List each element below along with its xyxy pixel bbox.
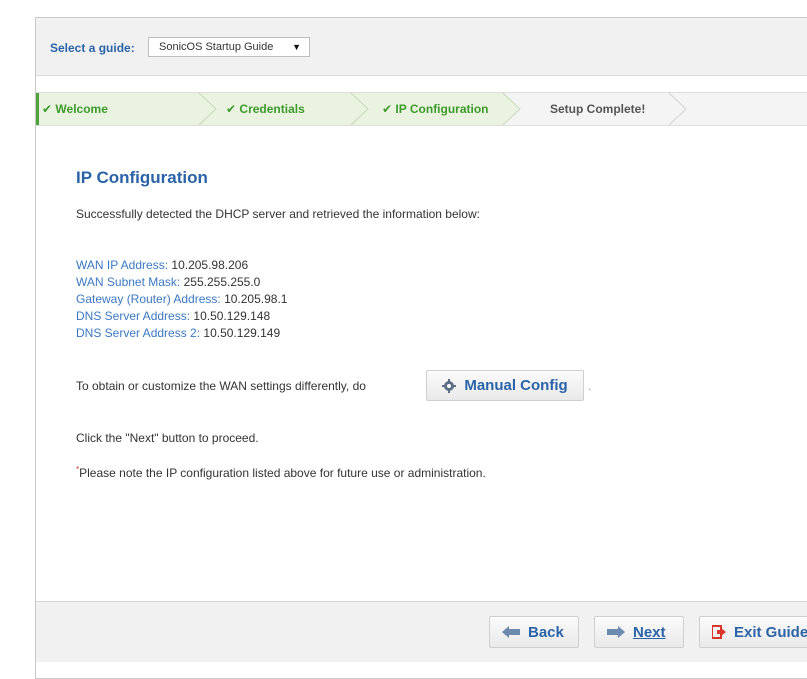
triangle-down-icon: ▼ bbox=[292, 42, 301, 52]
note-body: Please note the IP configuration listed … bbox=[79, 466, 486, 480]
note-text: *Please note the IP configuration listed… bbox=[76, 465, 486, 480]
field-dns-2: DNS Server Address 2: 10.50.129.149 bbox=[76, 326, 280, 340]
check-icon: ✔ bbox=[226, 102, 237, 116]
steps-left-accent bbox=[36, 93, 39, 125]
field-key: DNS Server Address 2: bbox=[76, 326, 201, 340]
guide-select-value: SonicOS Startup Guide bbox=[159, 41, 274, 53]
field-wan-subnet: WAN Subnet Mask: 255.255.255.0 bbox=[76, 275, 260, 289]
guide-label: Select a guide: bbox=[50, 41, 135, 55]
guide-select[interactable]: SonicOS Startup Guide ▼ bbox=[148, 37, 310, 57]
step-label: Welcome bbox=[55, 102, 108, 116]
step-label: IP Configuration bbox=[395, 102, 489, 116]
step-label: Credentials bbox=[239, 102, 305, 116]
field-key: DNS Server Address: bbox=[76, 309, 191, 323]
check-icon: ✔ bbox=[42, 102, 53, 116]
back-button[interactable]: Back bbox=[489, 616, 579, 648]
manual-config-label: Manual Config bbox=[464, 377, 568, 394]
next-button[interactable]: Next bbox=[594, 616, 684, 648]
back-label: Back bbox=[528, 623, 564, 641]
field-key: Gateway (Router) Address: bbox=[76, 292, 221, 306]
next-label: Next bbox=[633, 623, 666, 641]
arrow-right-icon bbox=[607, 626, 625, 638]
field-value: 255.255.255.0 bbox=[183, 275, 261, 289]
exit-guide-button[interactable]: Exit Guide bbox=[699, 616, 807, 648]
step-setup-complete: Setup Complete! bbox=[550, 93, 645, 125]
field-key: WAN IP Address: bbox=[76, 258, 169, 272]
field-value: 10.205.98.206 bbox=[171, 258, 249, 272]
exit-icon bbox=[712, 625, 726, 639]
check-icon: ✔ bbox=[382, 102, 393, 116]
chevron-4 bbox=[668, 93, 687, 125]
customize-text: To obtain or customize the WAN settings … bbox=[76, 379, 366, 393]
page-title: IP Configuration bbox=[76, 168, 208, 187]
step-credentials: ✔ Credentials bbox=[226, 93, 305, 125]
field-dns-1: DNS Server Address: 10.50.129.148 bbox=[76, 309, 270, 323]
wizard-panel: Select a guide: SonicOS Startup Guide ▼ … bbox=[35, 17, 807, 679]
field-value: 10.50.129.149 bbox=[203, 326, 281, 340]
wizard-steps: ✔ Welcome ✔ Credentials ✔ IP Configurati… bbox=[36, 92, 807, 126]
field-wan-ip: WAN IP Address: 10.205.98.206 bbox=[76, 258, 248, 272]
arrow-left-icon bbox=[502, 626, 520, 638]
field-value: 10.50.129.148 bbox=[193, 309, 271, 323]
guide-bar: Select a guide: SonicOS Startup Guide ▼ bbox=[36, 18, 807, 76]
manual-config-button[interactable]: Manual Config bbox=[426, 370, 584, 401]
next-hint: Click the "Next" button to proceed. bbox=[76, 431, 259, 445]
wizard-footer: Back Next Exit Guide bbox=[36, 601, 807, 662]
gear-icon bbox=[442, 378, 457, 393]
field-key: WAN Subnet Mask: bbox=[76, 275, 181, 289]
field-gateway: Gateway (Router) Address: 10.205.98.1 bbox=[76, 292, 287, 306]
step-welcome: ✔ Welcome bbox=[42, 93, 108, 125]
step-label: Setup Complete! bbox=[550, 102, 646, 116]
field-value: 10.205.98.1 bbox=[224, 292, 288, 306]
exit-label: Exit Guide bbox=[734, 623, 807, 641]
intro-text: Successfully detected the DHCP server an… bbox=[76, 207, 480, 221]
manual-config-trailing: . bbox=[588, 379, 592, 393]
step-ip-configuration: ✔ IP Configuration bbox=[382, 93, 489, 125]
